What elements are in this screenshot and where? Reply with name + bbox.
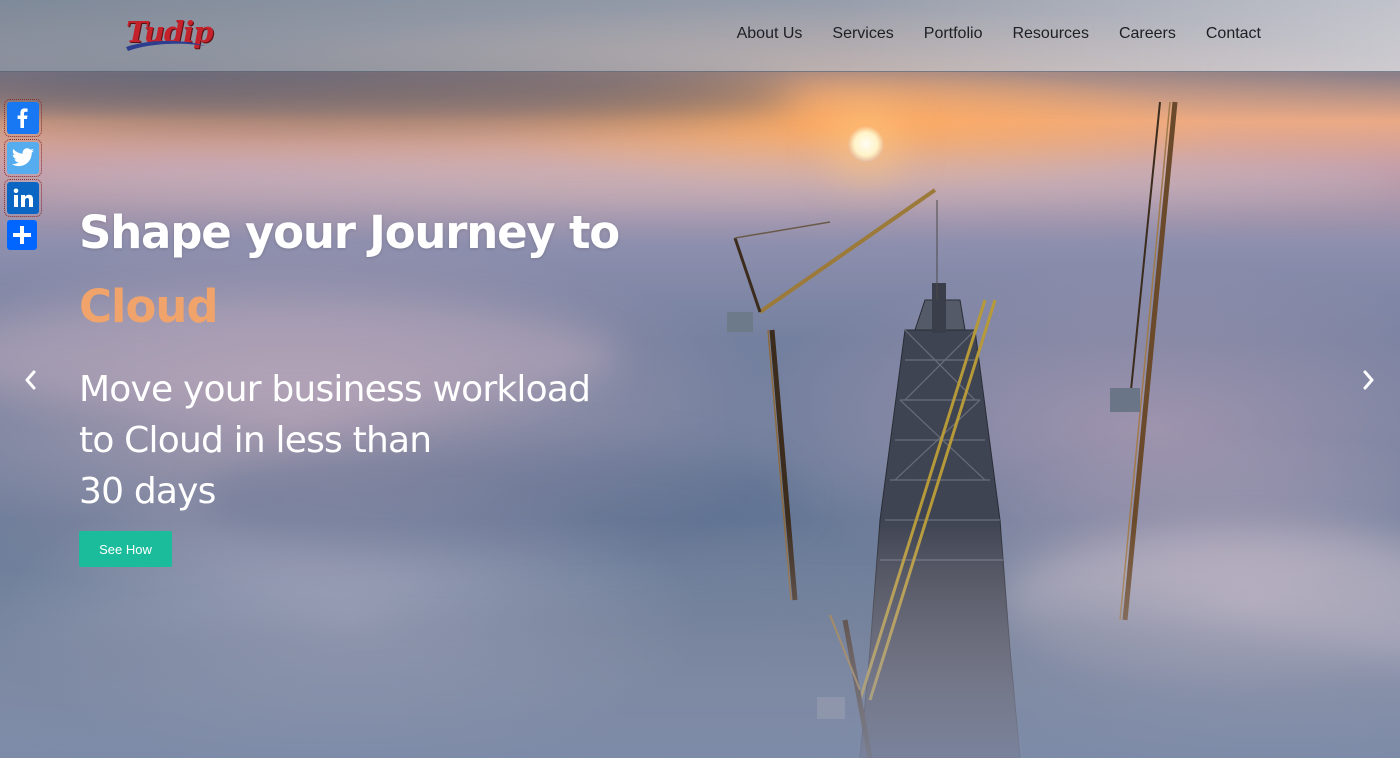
site-header: Tudip About Us Services Portfolio Resour… bbox=[0, 0, 1400, 72]
share-plus-icon bbox=[13, 226, 31, 244]
linkedin-icon bbox=[13, 188, 33, 207]
tudip-logo[interactable]: Tudip bbox=[124, 15, 214, 55]
carousel-prev-button[interactable] bbox=[19, 368, 41, 392]
hero-headline: Shape your Journey to bbox=[79, 206, 620, 259]
nav-careers[interactable]: Careers bbox=[1119, 25, 1176, 43]
nav-resources[interactable]: Resources bbox=[1012, 25, 1088, 43]
chevron-right-icon bbox=[1363, 370, 1374, 390]
facebook-icon bbox=[17, 108, 28, 128]
logo-swoosh-icon bbox=[126, 40, 206, 51]
twitter-share-button[interactable] bbox=[4, 139, 42, 177]
tower-lattice bbox=[880, 329, 1003, 561]
twitter-icon bbox=[12, 148, 34, 167]
carousel-next-button[interactable] bbox=[1358, 368, 1380, 392]
nav-contact[interactable]: Contact bbox=[1206, 25, 1261, 43]
nav-about-us[interactable]: About Us bbox=[737, 25, 803, 43]
nav-services[interactable]: Services bbox=[832, 25, 893, 43]
see-how-button[interactable]: See How bbox=[79, 531, 172, 567]
subhead-line: to Cloud in less than bbox=[79, 420, 432, 461]
sun bbox=[848, 126, 884, 162]
hero-headline-accent: Cloud bbox=[79, 280, 219, 333]
main-nav: About Us Services Portfolio Resources Ca… bbox=[707, 0, 1261, 68]
facebook-share-button[interactable] bbox=[4, 99, 42, 137]
hero-subheading: Move your business workload to Cloud in … bbox=[79, 364, 659, 517]
nav-portfolio[interactable]: Portfolio bbox=[924, 25, 983, 43]
linkedin-share-button[interactable] bbox=[4, 179, 42, 217]
subhead-line: 30 days bbox=[79, 471, 216, 512]
chevron-left-icon bbox=[25, 370, 36, 390]
share-more-button[interactable] bbox=[7, 220, 37, 250]
crane-right-cab bbox=[1110, 388, 1140, 412]
cloud-layer bbox=[0, 600, 1400, 758]
crane-left bbox=[733, 188, 938, 601]
page-bottom-edge bbox=[0, 758, 1400, 776]
tower-mast bbox=[932, 283, 946, 333]
social-share-bar bbox=[3, 99, 45, 250]
crane-left-counterweight bbox=[727, 312, 753, 332]
cloud-layer bbox=[0, 150, 1400, 210]
subhead-line: Move your business workload bbox=[79, 369, 591, 410]
